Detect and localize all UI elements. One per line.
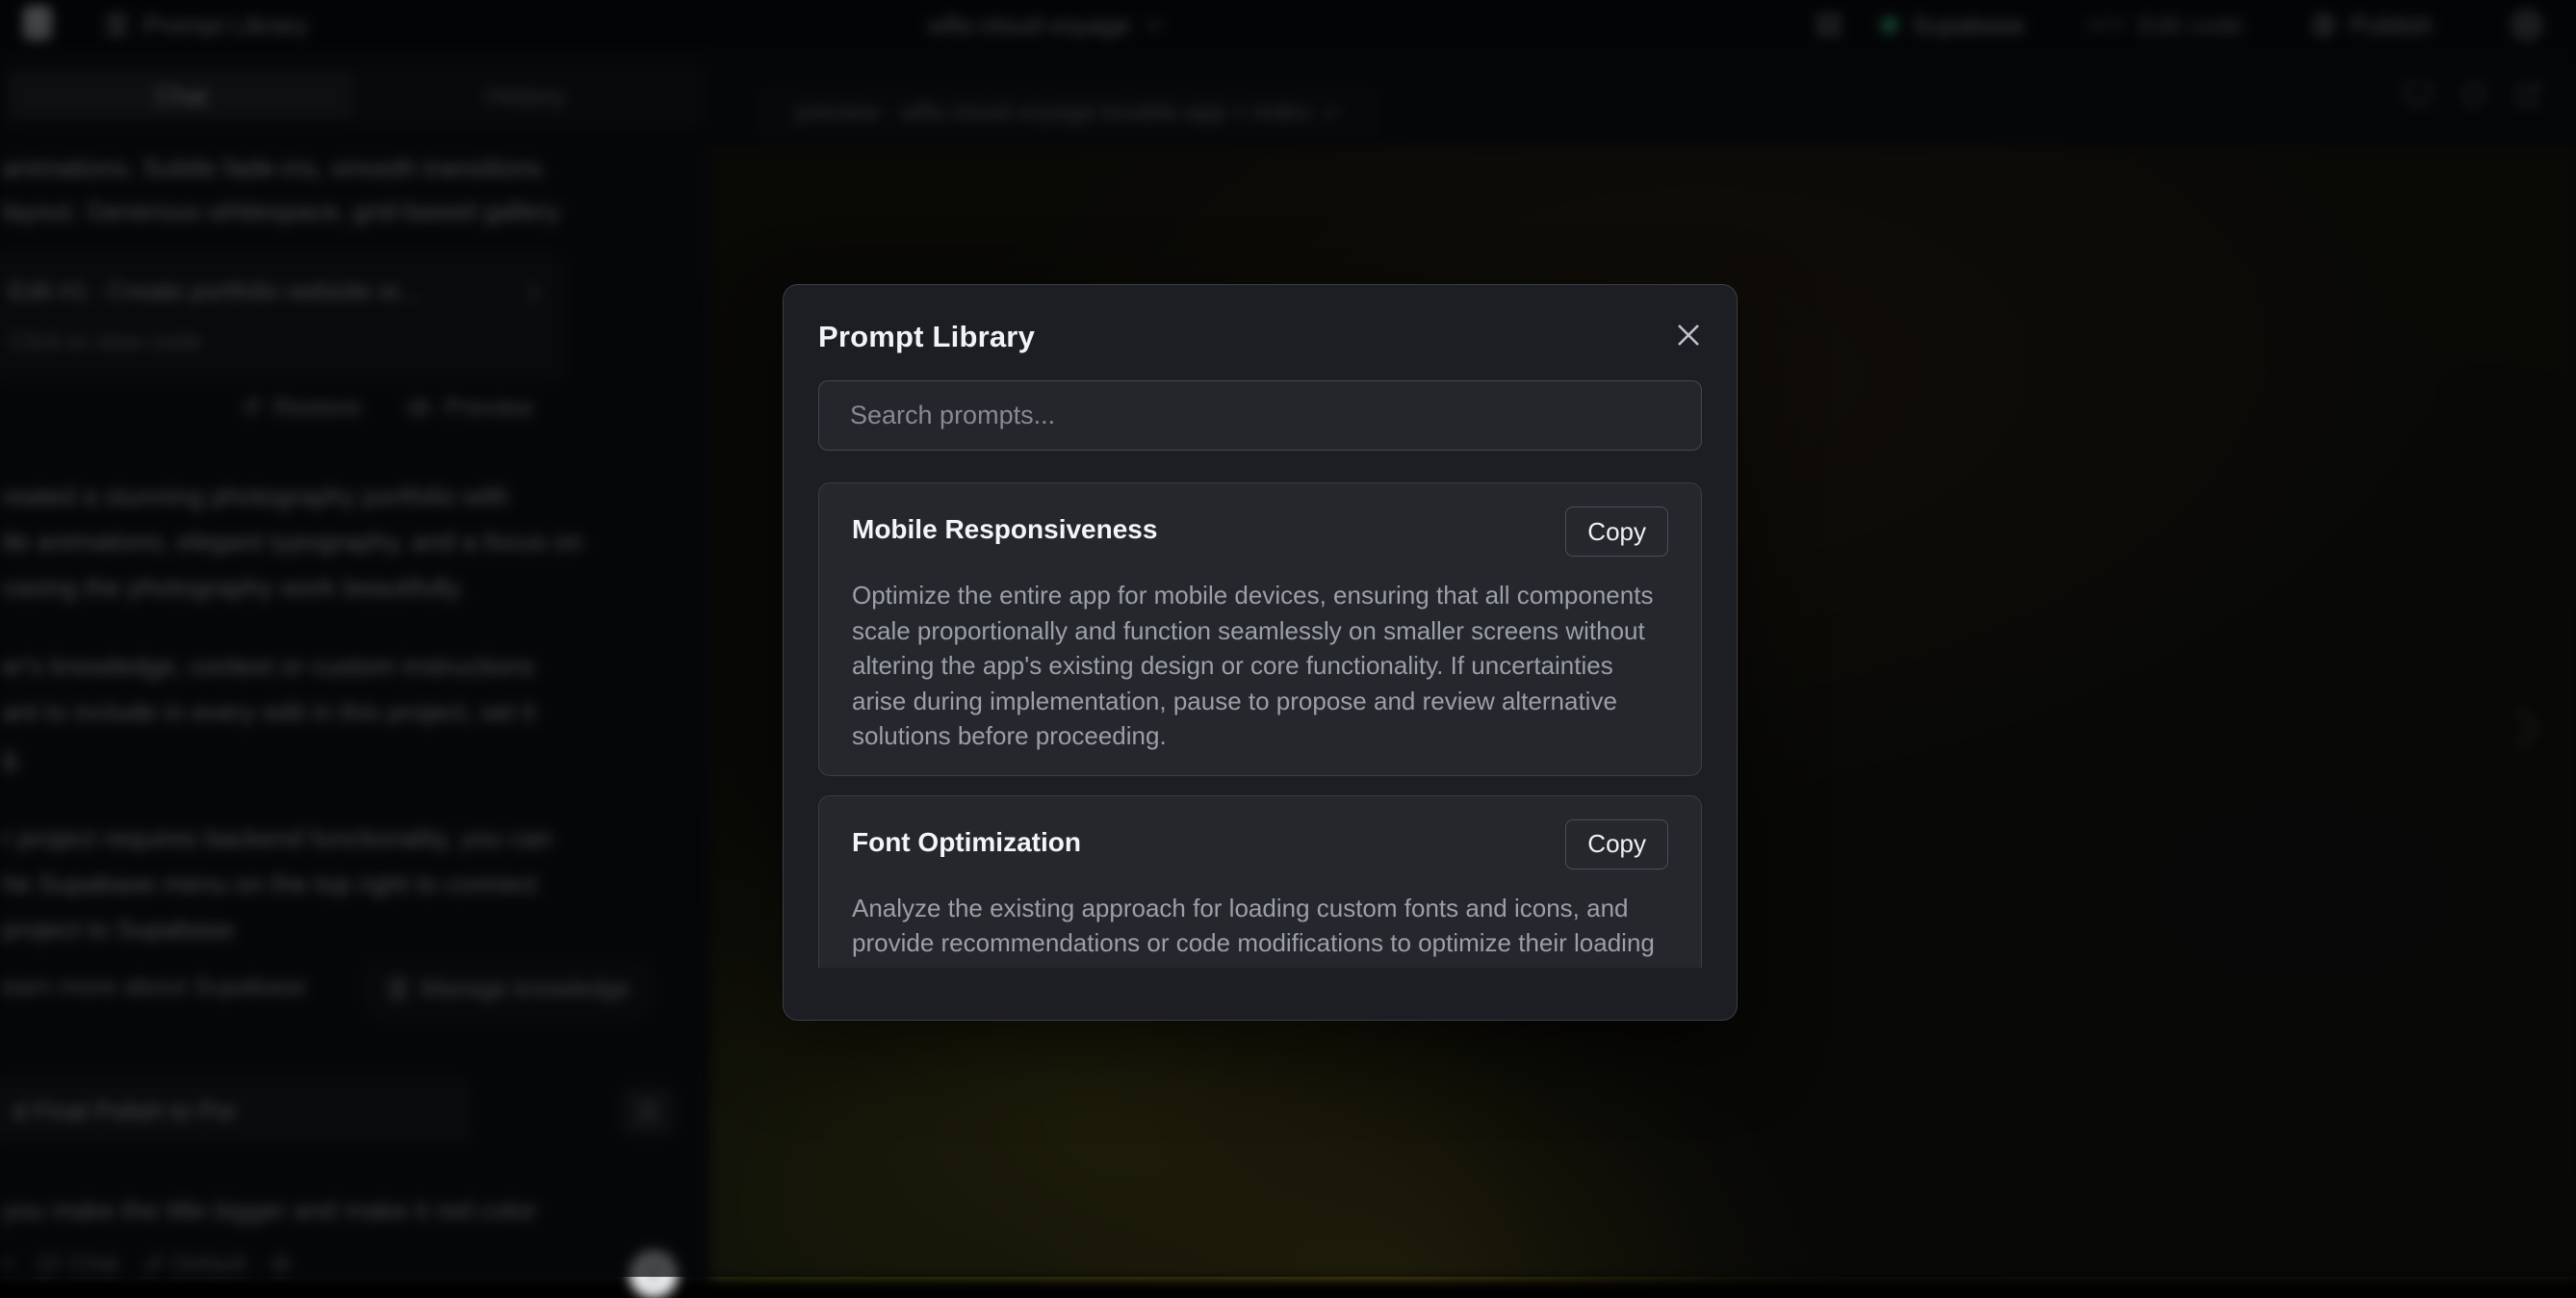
prompt-card: Mobile Responsiveness Copy Optimize the … [818, 482, 1702, 776]
prompt-list: Mobile Responsiveness Copy Optimize the … [818, 482, 1702, 968]
modal-title: Prompt Library [818, 320, 1035, 354]
copy-button[interactable]: Copy [1565, 506, 1668, 557]
search-input[interactable] [818, 380, 1702, 451]
prompt-description: Optimize the entire app for mobile devic… [852, 578, 1668, 754]
prompt-description: Analyze the existing approach for loadin… [852, 891, 1668, 969]
close-button[interactable] [1669, 316, 1708, 354]
close-icon [1676, 323, 1701, 348]
prompt-library-modal: Prompt Library Mobile Responsiveness Cop… [783, 284, 1738, 1021]
prompt-title: Font Optimization [852, 819, 1081, 858]
prompt-title: Mobile Responsiveness [852, 506, 1157, 545]
prompt-card: Font Optimization Copy Analyze the exist… [818, 795, 1702, 969]
copy-button[interactable]: Copy [1565, 819, 1668, 870]
